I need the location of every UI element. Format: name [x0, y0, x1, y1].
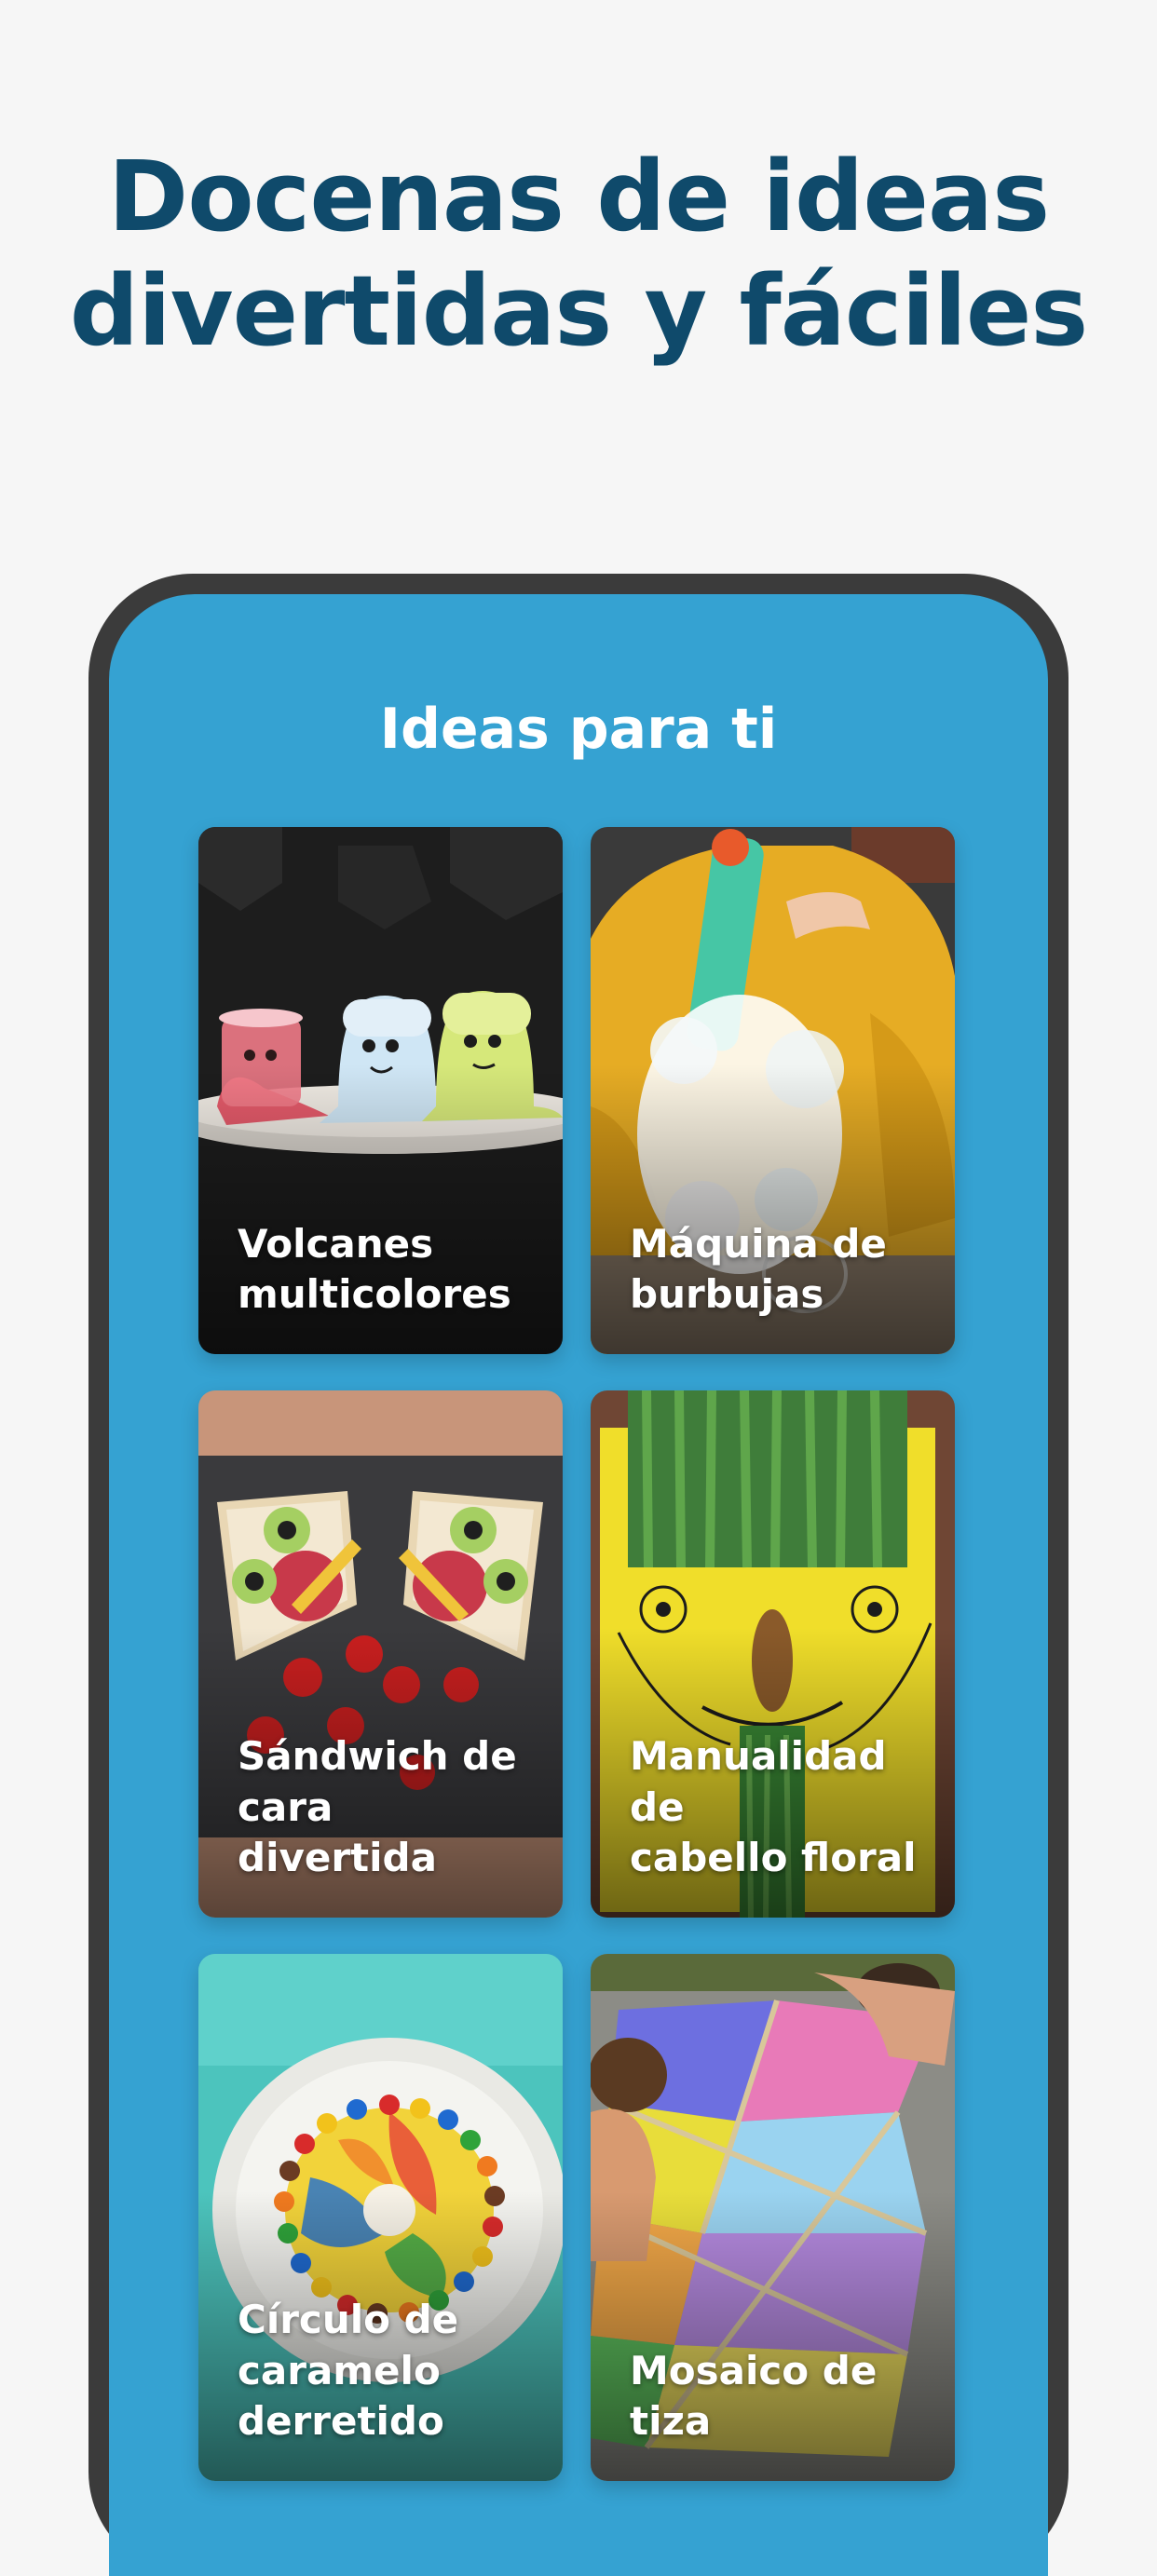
- card-label: Sándwich de cara divertida: [238, 1733, 517, 1881]
- page-headline: Docenas de ideas divertidas y fáciles: [0, 140, 1157, 368]
- card-label: Máquina de burbujas: [630, 1220, 887, 1318]
- card-label: Manualidad de cabello floral: [630, 1733, 917, 1881]
- screen-title: Ideas para ti: [379, 697, 778, 762]
- headline-line-1: Docenas de ideas: [107, 140, 1050, 253]
- phone-frame: Ideas para ti Volcanes multicolores Máqu…: [88, 574, 1069, 2576]
- card-label: Volcanes multicolores: [238, 1220, 511, 1318]
- idea-card-floral-hair[interactable]: Manualidad de cabello floral: [591, 1390, 955, 1918]
- card-label: Mosaico de tiza: [630, 2347, 878, 2445]
- idea-card-melted-candy[interactable]: Círculo de caramelo derretido: [198, 1954, 563, 2481]
- phone-screen: Ideas para ti Volcanes multicolores Máqu…: [109, 594, 1048, 2576]
- idea-card-funny-sandwich[interactable]: Sándwich de cara divertida: [198, 1390, 563, 1918]
- idea-card-volcanoes[interactable]: Volcanes multicolores: [198, 827, 563, 1354]
- headline-line-2: divertidas y fáciles: [69, 253, 1089, 368]
- card-label: Círculo de caramelo derretido: [238, 2297, 459, 2445]
- idea-card-bubble-machine[interactable]: Máquina de burbujas: [591, 827, 955, 1354]
- idea-card-chalk-mosaic[interactable]: Mosaico de tiza: [591, 1954, 955, 2481]
